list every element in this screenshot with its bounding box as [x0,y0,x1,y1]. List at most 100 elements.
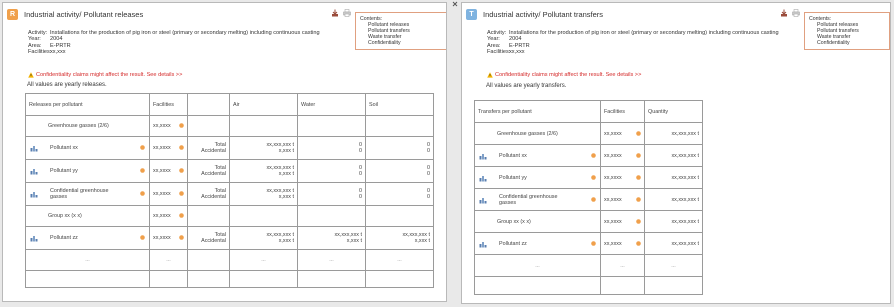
water-accidental: x,xxx t [346,238,362,244]
contents-link-confidentiality[interactable]: Confidentiality [809,40,885,46]
table-row: Greenhouse gasses (2/6) xx,xxxx xx,xxx,x… [474,122,703,145]
empty-cell [187,270,230,288]
facilities-cell[interactable]: xx,xxxx [600,166,645,189]
confidentiality-warning[interactable]: Confidentiality claims might affect the … [28,72,182,78]
pollutant-cell: Pollutant xx [474,144,601,167]
facilities-cell[interactable]: xx,xxxx [149,205,188,227]
print-icon[interactable] [343,9,351,17]
pollutant-name[interactable]: Pollutant zz [499,241,527,247]
orange-info-icon[interactable] [636,240,641,246]
facilities-count: xx,xxxx [153,123,171,129]
releases-badge: R [7,8,18,20]
empty-row [474,276,703,295]
facilities-cell[interactable]: xx,xxxx [600,188,645,211]
facilities-count: xx,xxxx [153,213,171,219]
orange-info-icon[interactable] [591,240,596,246]
orange-info-icon[interactable] [179,168,184,173]
bar-chart-icon[interactable] [479,174,487,182]
pollutant-name[interactable]: Confidential greenhouse gasses [50,188,120,200]
facilities-count: xx,xxxx [604,218,622,225]
facilities-cell[interactable]: xx,xxxx [149,182,188,206]
bar-chart-icon[interactable] [479,152,487,160]
header-air[interactable]: Air [229,93,298,116]
header-facilities[interactable]: Facilities [149,93,188,116]
pollutant-name[interactable]: Confidential greenhouse gasses [499,194,569,206]
water-cell: 00 [297,182,366,206]
air-accidental: x,xxx t [278,148,294,154]
orange-info-icon[interactable] [636,174,641,180]
facilities-count: xx,xxxx [604,196,622,203]
bar-chart-icon[interactable] [30,190,38,198]
table-row: Pollutant xx xx,xxxx xx,xxx,xxx t [474,144,703,167]
warning-icon [28,72,34,78]
orange-info-icon[interactable] [636,152,641,158]
facilities-cell[interactable]: xx,xxxx [600,122,645,145]
header-facilities[interactable]: Facilities [600,100,645,123]
table-row: Pollutant yy xx,xxxx xx,xxx,xxx t [474,166,703,189]
orange-info-icon[interactable] [591,196,596,202]
air-accidental: x,xxx t [278,194,294,200]
orange-info-icon[interactable] [140,168,145,173]
contents-link-confidentiality[interactable]: Confidentiality [360,40,442,46]
facilities-cell[interactable]: xx,xxxx [149,159,188,183]
facilities-cell[interactable]: xx,xxxx [600,144,645,167]
orange-info-icon[interactable] [179,213,184,218]
orange-info-icon[interactable] [140,191,145,196]
download-icon[interactable] [331,9,339,17]
orange-info-icon[interactable] [179,191,184,196]
close-icon[interactable] [452,0,458,8]
bar-chart-icon[interactable] [479,240,487,248]
orange-info-icon[interactable] [591,174,596,180]
orange-info-icon[interactable] [636,218,641,224]
header-transfers-per-pollutant[interactable]: Transfers per pollutant [474,100,601,123]
confidentiality-warning[interactable]: Confidentiality claims might affect the … [487,72,641,78]
warning-icon [487,72,493,78]
orange-info-icon[interactable] [140,235,145,240]
pollutant-releases-panel: R Industrial activity/ Pollutant release… [2,2,447,302]
quantity-cell: xx,xxx,xxx t [644,144,703,167]
bar-chart-icon[interactable] [30,167,38,175]
facilities-cell[interactable]: xx,xxxx [600,210,645,233]
facilities-cell[interactable]: xx,xxxx [149,136,188,160]
empty-cell [25,270,150,288]
warning-text[interactable]: Confidentiality claims might affect the … [495,72,641,78]
orange-info-icon[interactable] [636,130,641,136]
facilities-cell[interactable]: xx,xxxx [149,226,188,250]
activity-meta: Activity: Installations for the producti… [28,30,348,55]
orange-info-icon[interactable] [179,235,184,240]
print-icon[interactable] [792,9,800,17]
empty-cell [297,270,366,288]
orange-info-icon[interactable] [591,152,596,158]
type-accidental-label: Accidental [201,238,226,244]
orange-info-icon[interactable] [140,145,145,150]
air-cell: xx,xxx,xxx t x,xxx t [229,182,298,206]
ellipsis-cell: ... [600,254,645,277]
bar-chart-icon[interactable] [30,144,38,152]
header-water[interactable]: Water [297,93,366,116]
ellipsis-cell: ... [365,249,434,271]
header-type [187,93,230,116]
header-soil[interactable]: Soil [365,93,434,116]
facilities-cell[interactable]: xx,xxxx [149,115,188,137]
pollutant-name[interactable]: Pollutant yy [499,175,527,181]
panel-title: Industrial activity/ Pollutant transfers [483,9,604,19]
bar-chart-icon[interactable] [30,234,38,242]
pollutant-name[interactable]: Pollutant xx [50,145,78,151]
orange-info-icon[interactable] [179,145,184,150]
header-releases-per-pollutant[interactable]: Releases per pollutant [25,93,150,116]
facilities-cell[interactable]: xx,xxxx [600,232,645,255]
ellipsis-cell: ... [149,249,188,271]
orange-info-icon[interactable] [179,123,184,128]
pollutant-name[interactable]: Pollutant zz [50,235,78,241]
transfers-badge: T [466,8,477,20]
empty-cell [600,276,645,295]
bar-chart-icon[interactable] [479,196,487,204]
table-header-row: Releases per pollutant Facilities Air Wa… [25,93,434,116]
orange-info-icon[interactable] [636,196,641,202]
download-icon[interactable] [780,9,788,17]
warning-text[interactable]: Confidentiality claims might affect the … [36,72,182,78]
facilities-count: xx,xxxx [153,235,171,241]
pollutant-name[interactable]: Pollutant yy [50,168,78,174]
header-quantity[interactable]: Quantity [644,100,703,123]
pollutant-name[interactable]: Pollutant xx [499,153,527,159]
